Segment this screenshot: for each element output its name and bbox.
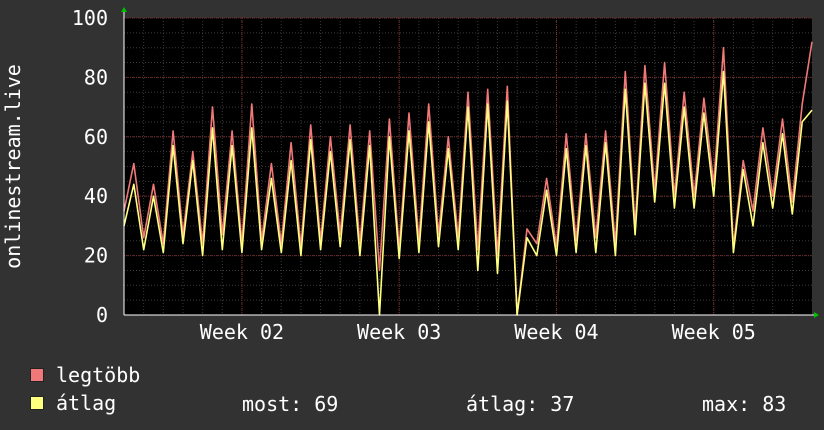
y-axis-arrow: [121, 7, 127, 12]
legend-swatch-avg: [30, 396, 44, 410]
legend-label-max: legtöbb: [56, 363, 141, 387]
x-tick-label: Week 03: [357, 320, 441, 344]
y-axis-label: onlinestream.live: [1, 64, 25, 269]
stat-maximum: max: 83: [702, 392, 787, 416]
plot-area: [124, 18, 812, 315]
stat-current: most: 69: [242, 392, 339, 416]
x-axis-arrow: [814, 312, 819, 318]
y-tick-label: 80: [84, 65, 108, 89]
y-tick-label: 20: [84, 244, 108, 268]
x-tick-label: Week 02: [200, 320, 284, 344]
y-tick-label: 0: [96, 303, 108, 327]
y-tick-label: 100: [72, 6, 108, 30]
x-tick-label: Week 04: [514, 320, 598, 344]
legend-label-avg: átlag: [56, 391, 117, 415]
stat-average: átlag: 37: [466, 392, 575, 416]
y-tick-label: 60: [84, 125, 108, 149]
y-tick-label: 40: [84, 184, 108, 208]
legend-item-max: legtöbb: [30, 363, 141, 387]
x-tick-label: Week 05: [672, 320, 756, 344]
legend-item-avg: átlag: [30, 391, 117, 415]
chart-container: 0 20 40 60 80 100 Week 02 Week 03 Week 04 Week 05…: [0, 0, 824, 430]
legend-swatch-max: [30, 368, 44, 382]
